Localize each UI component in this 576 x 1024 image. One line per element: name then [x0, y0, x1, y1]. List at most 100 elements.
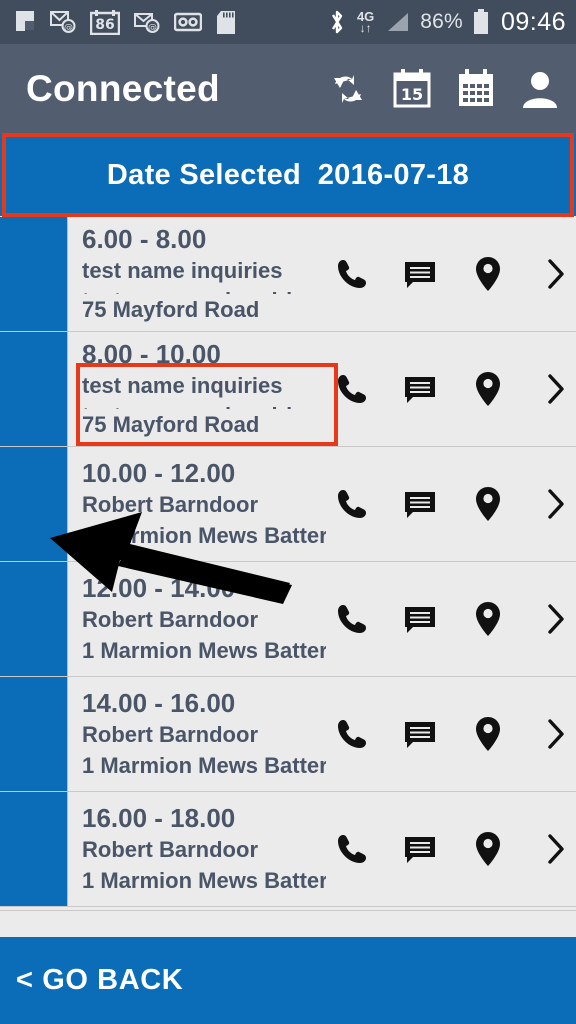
phone-icon[interactable] [332, 599, 372, 639]
network-arrows-label: ↓↑ [359, 21, 372, 35]
chevron-right-icon[interactable] [536, 829, 576, 869]
row-time: 8.00 - 10.00 [82, 339, 221, 369]
row-action-icons [332, 254, 576, 294]
row-action-icons [332, 484, 576, 524]
row-name: test name inquiries test surname inquiri… [82, 373, 317, 409]
message-icon[interactable] [400, 714, 440, 754]
sync-icon[interactable] [326, 67, 370, 111]
date-selected-banner[interactable]: Date Selected 2016-07-18 [0, 134, 576, 216]
chevron-right-icon[interactable] [536, 484, 576, 524]
app-screen: @ 86 @ 4G ↓↑ 86% 09:46 Connected 15 Date… [0, 0, 576, 1024]
message-icon[interactable] [400, 599, 440, 639]
chevron-right-icon[interactable] [536, 714, 576, 754]
flag-icon [14, 10, 36, 34]
phone-icon[interactable] [332, 829, 372, 869]
row-address: 1 Marmion Mews Batter... [82, 638, 326, 663]
clock-label: 09:46 [500, 7, 566, 36]
email-at-icon: @ [50, 10, 76, 34]
row-time: 16.00 - 18.00 [82, 803, 236, 833]
row-address: 1 Marmion Mews Batter... [82, 753, 326, 778]
row-address: 1 Marmion Mews Batter... [82, 868, 326, 893]
row-time: 6.00 - 8.00 [82, 224, 207, 254]
location-pin-icon[interactable] [468, 484, 508, 524]
svg-text:@: @ [64, 23, 73, 33]
row-text-block: 8.00 - 10.00 test name inquiries test su… [68, 332, 326, 446]
unread-count-label: 86 [95, 17, 114, 33]
row-action-icons [332, 714, 576, 754]
table-row[interactable]: 12.00 - 14.00 Robert Barndoor 1 Marmion … [0, 562, 576, 677]
calendar-month-icon[interactable] [454, 67, 498, 111]
location-pin-icon[interactable] [468, 369, 508, 409]
message-icon[interactable] [400, 254, 440, 294]
row-text-block: 10.00 - 12.00 Robert Barndoor 1 Marmion … [68, 447, 326, 561]
profile-icon[interactable] [518, 67, 562, 111]
location-pin-icon[interactable] [468, 829, 508, 869]
row-address: 1 Marmion Mews Batter... [82, 523, 326, 548]
row-address: 75 Mayford Road [82, 297, 260, 322]
row-body[interactable]: 14.00 - 16.00 Robert Barndoor 1 Marmion … [68, 677, 576, 791]
message-icon[interactable] [400, 484, 440, 524]
table-row[interactable]: 8.00 - 10.00 test name inquiries test su… [0, 332, 576, 447]
location-pin-icon[interactable] [468, 714, 508, 754]
phone-icon[interactable] [332, 714, 372, 754]
table-row[interactable]: 14.00 - 16.00 Robert Barndoor 1 Marmion … [0, 677, 576, 792]
row-action-icons [332, 369, 576, 409]
row-name: Robert Barndoor [82, 492, 258, 517]
row-name: test name inquiries test surname inquiri… [82, 258, 317, 294]
date-selected-label: Date Selected 2016-07-18 [106, 158, 470, 191]
table-row[interactable]: 10.00 - 12.00 Robert Barndoor 1 Marmion … [0, 447, 576, 562]
phone-icon[interactable] [332, 369, 372, 409]
bluetooth-icon [327, 8, 347, 36]
row-text-block: 6.00 - 8.00 test name inquiries test sur… [68, 217, 326, 331]
list-bottom-spacer [0, 910, 576, 937]
phone-icon[interactable] [332, 254, 372, 294]
status-bar-system-icons: 4G ↓↑ 86% 09:46 [327, 8, 566, 37]
row-text-block: 14.00 - 16.00 Robert Barndoor 1 Marmion … [68, 677, 326, 791]
status-bar: @ 86 @ 4G ↓↑ 86% 09:46 [0, 0, 576, 44]
app-bar-actions: 15 [326, 67, 562, 111]
row-body[interactable]: 16.00 - 18.00 Robert Barndoor 1 Marmion … [68, 792, 576, 906]
location-pin-icon[interactable] [468, 254, 508, 294]
message-icon[interactable] [400, 369, 440, 409]
row-address: 75 Mayford Road [82, 412, 260, 437]
page-title: Connected [26, 68, 220, 109]
row-body[interactable]: 6.00 - 8.00 test name inquiries test sur… [68, 217, 576, 331]
row-color-stripe [0, 792, 68, 906]
row-time: 14.00 - 16.00 [82, 688, 236, 718]
row-color-stripe [0, 217, 68, 331]
row-name: Robert Barndoor [82, 722, 258, 747]
battery-icon [473, 9, 489, 35]
row-text-block: 12.00 - 14.00 Robert Barndoor 1 Marmion … [68, 562, 326, 676]
svg-text:@: @ [148, 23, 157, 33]
network-type-icon: 4G ↓↑ [357, 10, 374, 34]
email-at-icon-2: @ [134, 10, 160, 34]
row-body[interactable]: 12.00 - 14.00 Robert Barndoor 1 Marmion … [68, 562, 576, 676]
row-text-block: 16.00 - 18.00 Robert Barndoor 1 Marmion … [68, 792, 326, 906]
phone-icon[interactable] [332, 484, 372, 524]
location-pin-icon[interactable] [468, 599, 508, 639]
row-time: 10.00 - 12.00 [82, 458, 236, 488]
row-time: 12.00 - 14.00 [82, 573, 236, 603]
row-body[interactable]: 8.00 - 10.00 test name inquiries test su… [68, 332, 576, 446]
message-icon[interactable] [400, 829, 440, 869]
chevron-right-icon[interactable] [536, 254, 576, 294]
go-back-label: < GO BACK [16, 964, 184, 996]
row-body[interactable]: 10.00 - 12.00 Robert Barndoor 1 Marmion … [68, 447, 576, 561]
sd-card-icon [216, 10, 236, 35]
table-row[interactable]: 6.00 - 8.00 test name inquiries test sur… [0, 217, 576, 332]
row-action-icons [332, 829, 576, 869]
row-action-icons [332, 599, 576, 639]
signal-bars-icon [384, 11, 410, 33]
app-bar: Connected 15 [0, 44, 576, 134]
battery-percent-label: 86% [420, 10, 463, 33]
calendar-day-icon[interactable]: 15 [390, 67, 434, 111]
chevron-right-icon[interactable] [536, 599, 576, 639]
appointment-list[interactable]: 6.00 - 8.00 test name inquiries test sur… [0, 217, 576, 910]
row-name: Robert Barndoor [82, 837, 258, 862]
go-back-button[interactable]: < GO BACK [0, 937, 576, 1024]
table-row[interactable]: 16.00 - 18.00 Robert Barndoor 1 Marmion … [0, 792, 576, 907]
chevron-right-icon[interactable] [536, 369, 576, 409]
row-color-stripe [0, 332, 68, 446]
calendar-day-number: 15 [401, 85, 423, 104]
row-color-stripe [0, 677, 68, 791]
